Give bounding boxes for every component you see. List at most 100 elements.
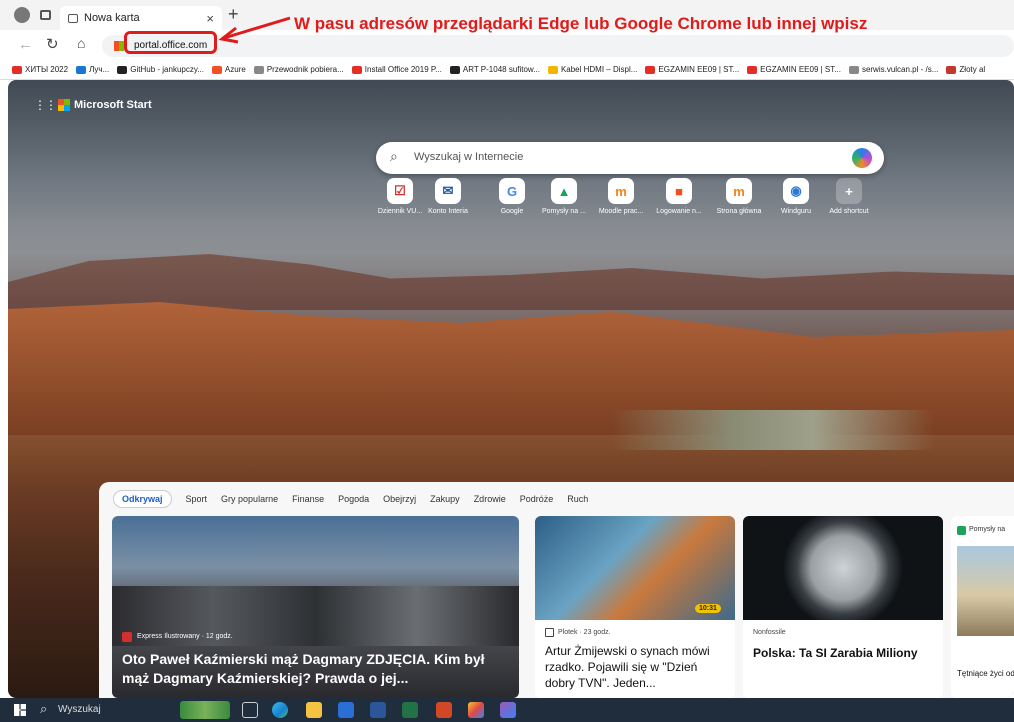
card-title[interactable]: Oto Paweł Kaźmierski mąż Dagmary ZDJĘCIA… xyxy=(122,650,502,688)
widgets-icon[interactable] xyxy=(180,701,230,719)
source-logo-icon xyxy=(957,526,966,535)
news-card-2[interactable]: 10:31 Plotek · 23 godz. Artur Żmijewski … xyxy=(535,516,735,698)
shortcut-tile-icon: ■ xyxy=(666,178,692,204)
bookmark-item[interactable]: serwis.vulcan.pl - /s... xyxy=(848,65,938,74)
feed-tab-3[interactable]: Gry popularne xyxy=(221,494,278,504)
tab-actions-icon[interactable] xyxy=(40,10,51,20)
bookmark-label: ART P-1048 sufitow... xyxy=(462,65,540,74)
bookmark-label: Луч... xyxy=(89,65,110,74)
card-title[interactable]: Artur Żmijewski o synach mówi rzadko. Po… xyxy=(545,643,725,691)
bookmark-favicon-icon xyxy=(12,65,22,74)
bookmark-favicon-icon xyxy=(848,65,859,74)
store-icon[interactable] xyxy=(338,702,354,718)
shortcut-4[interactable]: ▲ Pomysły na ... xyxy=(534,178,594,215)
bookmark-favicon-icon xyxy=(547,65,558,74)
shortcut-label: Strona główna xyxy=(716,208,762,215)
web-search-box[interactable]: ⌕ Wyszukaj w Internecie xyxy=(376,142,884,174)
news-card-4[interactable]: Pomysły na Tętniące życi odwiedzić — xyxy=(951,516,1014,698)
bookmark-item[interactable]: Złoty al xyxy=(946,65,985,74)
home-icon[interactable]: ⌂ xyxy=(77,35,85,51)
feed-tab-4[interactable]: Finanse xyxy=(292,494,324,504)
paint-icon[interactable] xyxy=(468,702,484,718)
feed-tabs: Odkrywaj Sport Gry popularne Finanse Pogoda O… xyxy=(113,490,588,508)
bookmark-item[interactable]: ХИТЫ 2022 xyxy=(12,65,68,74)
shortcut-label: Moodle prac... xyxy=(598,208,644,215)
bookmark-label: EGZAMIN EE09 | ST... xyxy=(760,65,841,74)
task-view-icon[interactable] xyxy=(242,702,258,718)
shortcut-label: Add shortcut xyxy=(829,208,869,215)
taskbar-search-icon[interactable]: ⌕ xyxy=(40,701,47,717)
bookmark-item[interactable]: GitHub - jankupczy... xyxy=(117,65,204,74)
annotation-instruction: W pasu adresów przeglądarki Edge lub Goo… xyxy=(294,14,868,33)
bookmark-favicon-icon xyxy=(946,65,957,74)
close-tab-icon[interactable]: × xyxy=(206,11,214,26)
excel-icon[interactable] xyxy=(402,702,418,718)
feed-tab-2[interactable]: Sport xyxy=(186,494,208,504)
bookmark-item[interactable]: Kabel HDMI – Displ... xyxy=(547,65,638,74)
bookmark-item[interactable]: Azure xyxy=(211,65,246,74)
shortcut-tile-icon: ☑ xyxy=(387,178,413,204)
bookmark-favicon-icon xyxy=(117,65,128,74)
refresh-icon[interactable]: ↻ xyxy=(46,35,59,53)
back-icon[interactable]: ← xyxy=(18,36,33,53)
card-title[interactable]: Polska: Ta SI Zarabia Miliony xyxy=(753,645,933,661)
feed-tab-6[interactable]: Obejrzyj xyxy=(383,494,416,504)
search-input[interactable]: Wyszukaj w Internecie xyxy=(414,151,523,163)
tab-title: Nowa karta xyxy=(84,12,140,24)
shortcut-tile-icon: + xyxy=(836,178,862,204)
card-source: Pomysły na xyxy=(969,526,1006,533)
shortcut-label: Windguru xyxy=(781,208,811,215)
start-page: ⋮⋮⋮ Microsoft Start ⌕ Wyszukaj w Interne… xyxy=(8,80,1014,698)
bookmark-label: Install Office 2019 P... xyxy=(364,65,442,74)
bookmark-label: GitHub - jankupczy... xyxy=(130,65,204,74)
shortcut-label: Konto Interia xyxy=(428,208,468,215)
shortcut-label: Google xyxy=(500,208,524,215)
taskbar-search-label[interactable]: Wyszukaj xyxy=(58,704,101,715)
bookmark-item[interactable]: EGZAMIN EE09 | ST... xyxy=(645,65,739,74)
shortcut-3[interactable]: G Google xyxy=(482,178,542,215)
edge-icon[interactable] xyxy=(272,702,288,718)
feed-tab-7[interactable]: Zakupy xyxy=(430,494,460,504)
bookmark-favicon-icon xyxy=(211,65,222,74)
shortcut-8[interactable]: ◉ Windguru xyxy=(766,178,826,215)
bookmark-item[interactable]: Przewodnik pobiera... xyxy=(253,65,344,74)
bookmark-label: EGZAMIN EE09 | ST... xyxy=(658,65,740,74)
snipping-tool-icon[interactable] xyxy=(500,702,516,718)
card-title[interactable]: Tętniące życi odwiedzić — xyxy=(957,668,1014,679)
tab-new-tab[interactable]: Nowa karta × xyxy=(60,6,222,30)
shortcut-5[interactable]: m Moodle prac... xyxy=(591,178,651,215)
bookmark-item[interactable]: EGZAMIN EE09 | ST... xyxy=(747,65,841,74)
news-card-1[interactable]: Express Ilustrowany · 12 godz. Oto Paweł… xyxy=(112,516,519,698)
shortcut-6[interactable]: ■ Logowanie n... xyxy=(649,178,709,215)
shortcut-7[interactable]: m Strona główna xyxy=(709,178,769,215)
microsoft-start-logo-icon xyxy=(58,99,70,111)
bookmark-item[interactable]: Install Office 2019 P... xyxy=(351,65,442,74)
powerpoint-icon[interactable] xyxy=(436,702,452,718)
bookmark-favicon-icon xyxy=(351,65,362,74)
news-feed: Odkrywaj Sport Gry popularne Finanse Pogoda O… xyxy=(99,482,1014,698)
copilot-icon[interactable] xyxy=(852,148,872,168)
video-duration-badge: 10:31 xyxy=(695,604,721,613)
source-logo-icon xyxy=(122,632,132,642)
bookmark-favicon-icon xyxy=(76,65,87,74)
feed-tab-10[interactable]: Ruch xyxy=(567,494,588,504)
profile-icon[interactable] xyxy=(14,7,30,23)
bookmark-label: Kabel HDMI – Displ... xyxy=(560,65,638,74)
distant-mesa xyxy=(8,254,1014,310)
bookmark-label: ХИТЫ 2022 xyxy=(25,65,69,74)
file-explorer-icon[interactable] xyxy=(306,702,322,718)
windows-start-icon[interactable] xyxy=(14,704,26,716)
shortcut-9[interactable]: + Add shortcut xyxy=(819,178,879,215)
bookmark-favicon-icon xyxy=(645,65,656,74)
feed-tab-1[interactable]: Odkrywaj xyxy=(113,490,172,508)
shortcut-2[interactable]: ✉ Konto Interia xyxy=(418,178,478,215)
word-icon[interactable] xyxy=(370,702,386,718)
news-card-3[interactable]: Nonfossile Polska: Ta SI Zarabia Miliony xyxy=(743,516,943,698)
shortcut-label: Logowanie n... xyxy=(656,208,702,215)
brand-title[interactable]: Microsoft Start xyxy=(74,99,152,111)
feed-tab-5[interactable]: Pogoda xyxy=(338,494,369,504)
bookmark-item[interactable]: ART P-1048 sufitow... xyxy=(449,65,540,74)
feed-tab-9[interactable]: Podróże xyxy=(520,494,554,504)
bookmark-item[interactable]: Луч... xyxy=(76,65,109,74)
feed-tab-8[interactable]: Zdrowie xyxy=(474,494,506,504)
